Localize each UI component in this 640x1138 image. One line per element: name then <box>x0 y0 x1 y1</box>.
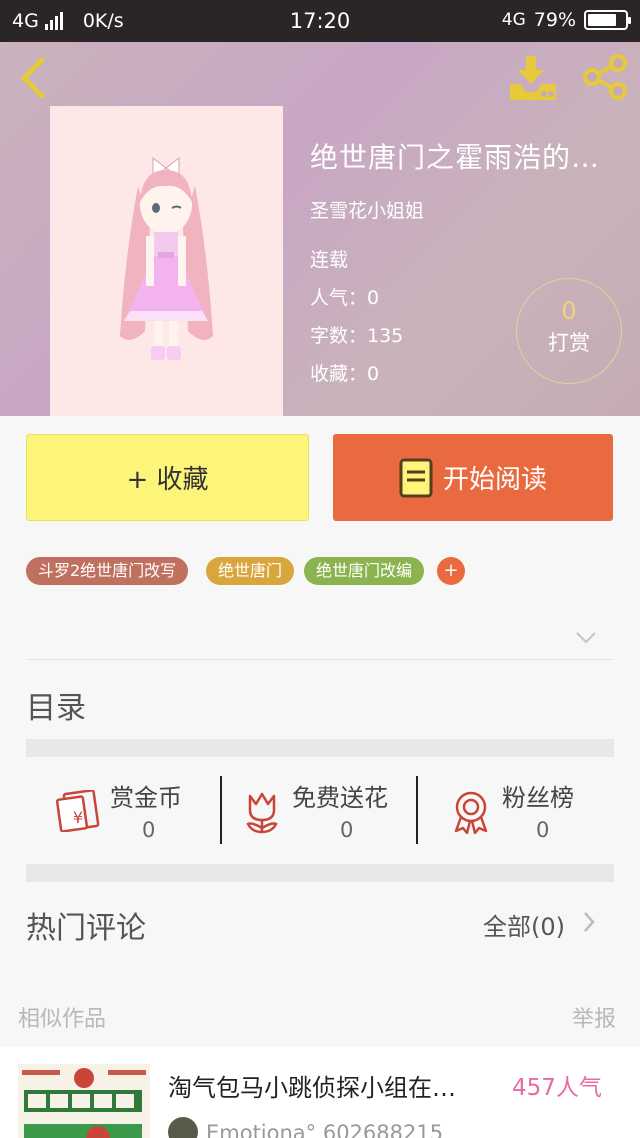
book-detail-page: 4G 0K/s 17:20 4G 79% 绝世唐门之霍雨浩的… 圣雪花小姐姐 连… <box>0 0 640 1138</box>
stat-divider <box>220 776 222 844</box>
share-icon <box>583 54 627 100</box>
start-reading-button[interactable]: 开始阅读 <box>333 434 613 521</box>
tip-count: 0 <box>561 297 577 325</box>
similar-work-author: Emotiona° 602688215 <box>206 1121 444 1138</box>
network-type-right: 4G <box>501 10 526 30</box>
similar-works-title: 相似作品 <box>18 1007 107 1032</box>
tip-button[interactable]: 0 打赏 <box>516 278 622 384</box>
similar-work-title: 淘气包马小跳侦探小组在… <box>168 1074 456 1102</box>
book-header: 绝世唐门之霍雨浩的… 圣雪花小姐姐 连载 人气：0 字数：135 收藏：0 0 … <box>0 42 640 416</box>
hot-comments-title: 热门评论 <box>26 911 146 946</box>
report-link[interactable]: 举报 <box>572 1001 616 1033</box>
cover-thumbnail <box>18 1064 150 1138</box>
chevron-down-icon[interactable] <box>574 630 598 646</box>
book-author[interactable]: 圣雪花小姐姐 <box>310 196 424 223</box>
back-arrow-icon <box>21 57 45 99</box>
book-favorites: 收藏：0 <box>310 363 380 385</box>
flower-icon <box>246 792 278 834</box>
download-button[interactable] <box>506 54 560 104</box>
avatar <box>168 1117 198 1138</box>
gold-coin-reward[interactable]: ¥ 赏金币 0 <box>56 776 216 844</box>
download-icon <box>510 56 556 100</box>
free-flower-gift[interactable]: 免费送花 0 <box>242 776 412 844</box>
similar-work-item[interactable]: 淘气包马小跳侦探小组在… 457人气 Emotiona° 602688215 <box>0 1047 640 1138</box>
cover-illustration <box>120 156 213 360</box>
stat-label: 免费送花 <box>292 784 388 812</box>
stat-value: 0 <box>536 818 550 842</box>
stat-divider <box>416 776 418 844</box>
book-cover[interactable] <box>50 106 283 416</box>
share-button[interactable] <box>580 52 630 102</box>
red-envelope-icon: ¥ <box>56 790 100 832</box>
book-icon <box>399 458 433 497</box>
stat-value: 0 <box>142 818 156 842</box>
stat-label: 粉丝榜 <box>502 784 574 812</box>
tag-1[interactable]: 绝世唐门 <box>206 557 295 585</box>
start-reading-label: 开始阅读 <box>442 465 547 495</box>
add-tag-button[interactable]: + <box>437 557 465 585</box>
similar-work-popularity: 457人气 <box>512 1075 602 1101</box>
book-title: 绝世唐门之霍雨浩的… <box>310 141 601 174</box>
ribbon-medal-icon <box>454 791 488 834</box>
back-button[interactable] <box>14 56 54 100</box>
divider <box>26 659 614 660</box>
all-comments-link[interactable]: 全部(0) <box>483 907 565 942</box>
battery-icon <box>584 10 631 30</box>
similar-work-cover <box>18 1064 150 1138</box>
tip-label: 打赏 <box>548 331 590 355</box>
tag-0[interactable]: 斗罗2绝世唐门改写 <box>26 557 189 585</box>
book-popularity: 人气：0 <box>310 287 380 309</box>
stat-value: 0 <box>340 818 354 842</box>
stat-label: 赏金币 <box>110 784 182 812</box>
section-separator <box>26 864 614 882</box>
book-word-count: 字数：135 <box>310 325 404 347</box>
collect-button[interactable]: + 收藏 <box>26 434 309 521</box>
fan-ranking[interactable]: 粉丝榜 0 <box>450 776 600 844</box>
status-bar: 4G 0K/s 17:20 4G 79% <box>0 0 640 42</box>
chevron-right-icon[interactable] <box>582 910 596 934</box>
book-status: 连载 <box>310 249 349 271</box>
battery-percent: 79% <box>533 9 576 31</box>
tag-2[interactable]: 绝世唐门改编 <box>304 557 425 585</box>
section-separator <box>26 739 614 757</box>
svg-text:¥: ¥ <box>73 808 83 827</box>
toc-title[interactable]: 目录 <box>26 683 86 727</box>
